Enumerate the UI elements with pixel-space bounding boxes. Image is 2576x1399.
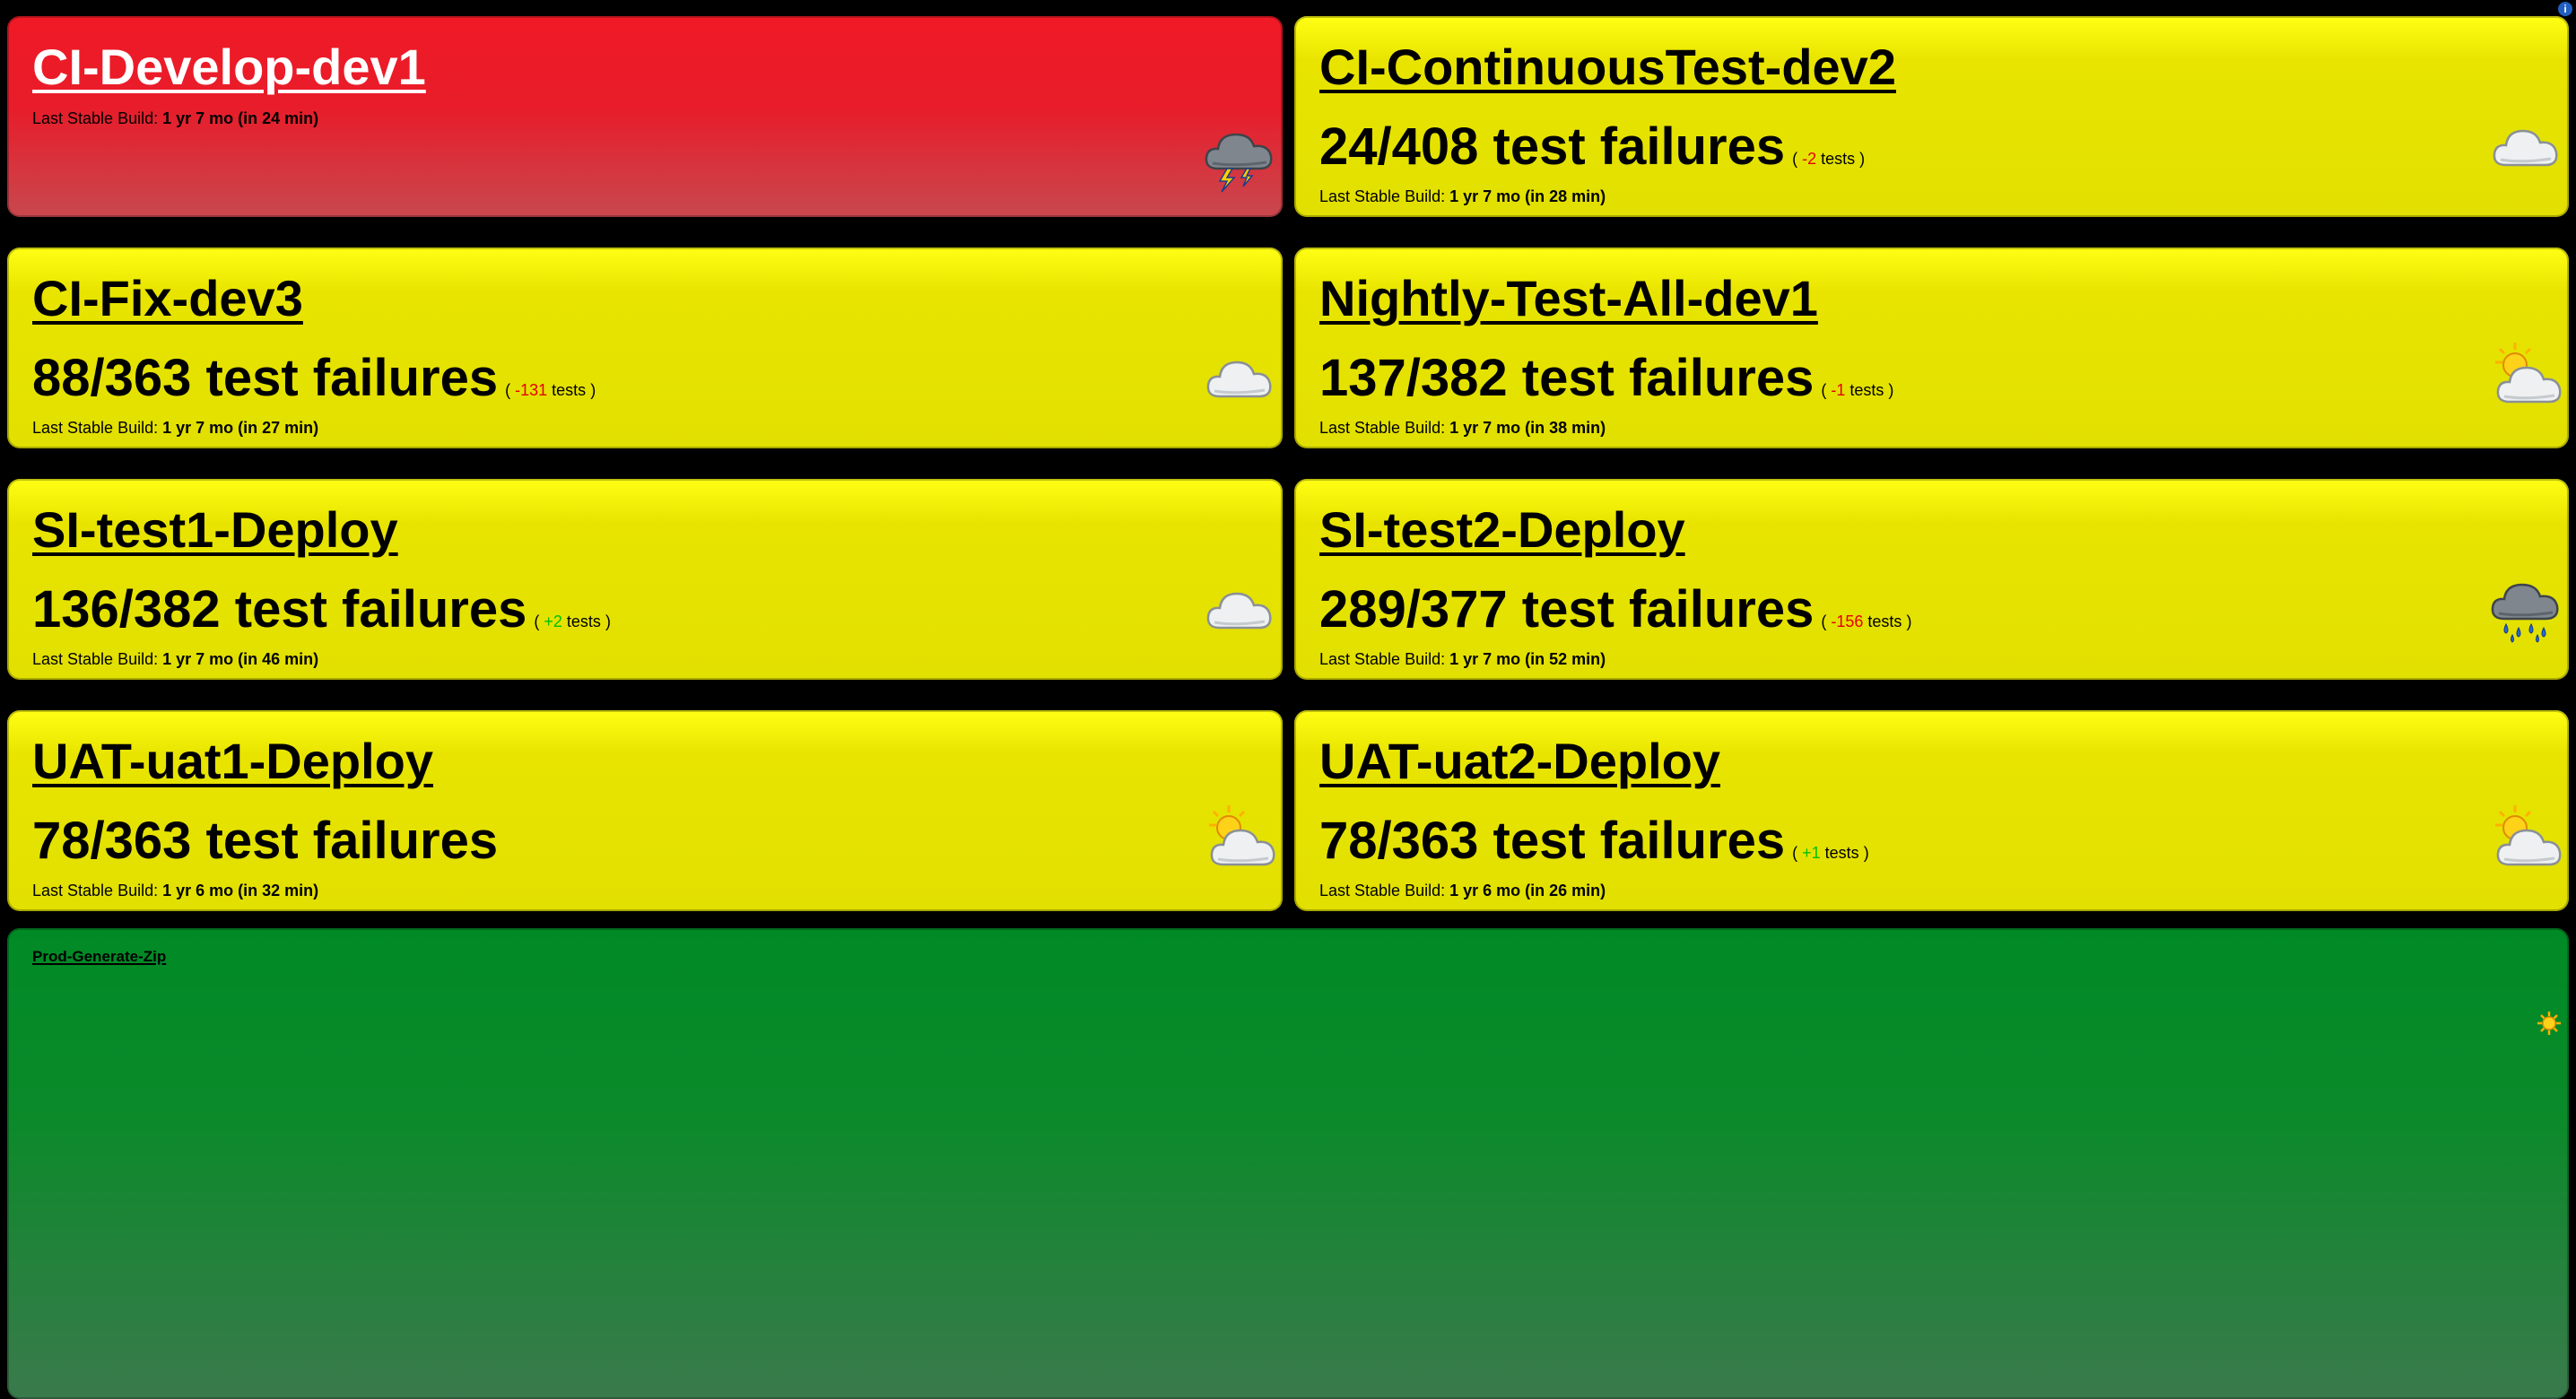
last-stable-build-label: Last Stable Build: xyxy=(32,650,159,668)
job-tile-ci-develop-dev1[interactable]: CI-Develop-dev1 Last Stable Build: 1 yr … xyxy=(7,16,1283,217)
job-tile-si-test2-deploy[interactable]: SI-test2-Deploy 289/377 test failures ( -… xyxy=(1294,479,2569,680)
last-stable-build: Last Stable Build: 1 yr 6 mo (in 26 min) xyxy=(1319,882,1606,900)
last-stable-build: Last Stable Build: 1 yr 7 mo (in 28 min) xyxy=(1319,187,1606,206)
job-tile-uat-uat1-deploy[interactable]: UAT-uat1-Deploy 78/363 test failures Las… xyxy=(7,710,1283,911)
last-stable-build-value: 1 yr 7 mo (in 46 min) xyxy=(162,650,319,668)
cloudy-icon xyxy=(1206,592,1272,630)
failure-delta: ( -131 tests ) xyxy=(505,381,596,399)
delta-value: -156 xyxy=(1831,613,1864,630)
last-stable-build-label: Last Stable Build: xyxy=(32,882,159,899)
job-name-link[interactable]: UAT-uat1-Deploy xyxy=(32,732,433,790)
last-stable-build-value: 1 yr 7 mo (in 52 min) xyxy=(1449,650,1606,668)
failure-summary: 88/363 test failures ( -131 tests ) xyxy=(32,348,596,408)
rain-icon xyxy=(2491,583,2559,643)
delta-value: +1 xyxy=(1802,844,1821,862)
sun-icon xyxy=(2537,1012,2561,1035)
last-stable-build-value: 1 yr 7 mo (in 28 min) xyxy=(1449,187,1606,205)
failure-summary: 289/377 test failures ( -156 tests ) xyxy=(1319,579,1911,639)
job-tile-ci-continuoustest-dev2[interactable]: CI-ContinuousTest-dev2 24/408 test failu… xyxy=(1294,16,2569,217)
last-stable-build-value: 1 yr 7 mo (in 38 min) xyxy=(1449,419,1606,437)
delta-value: -131 xyxy=(515,381,548,399)
failure-count: 289/377 test failures xyxy=(1319,580,1815,639)
failure-count: 137/382 test failures xyxy=(1319,349,1815,407)
last-stable-build-value: 1 yr 6 mo (in 26 min) xyxy=(1449,882,1606,899)
failure-delta: ( +1 tests ) xyxy=(1792,844,1869,862)
job-tile-ci-fix-dev3[interactable]: CI-Fix-dev3 88/363 test failures ( -131 t… xyxy=(7,248,1283,448)
cloudy-icon xyxy=(2493,129,2558,167)
info-icon[interactable]: i xyxy=(2558,2,2572,16)
partly-sunny-icon xyxy=(1209,805,1275,866)
last-stable-build-label: Last Stable Build: xyxy=(32,419,159,437)
thunderstorm-icon xyxy=(1205,133,1273,193)
failure-summary: 137/382 test failures ( -1 tests ) xyxy=(1319,348,1893,408)
job-name-link[interactable]: Nightly-Test-All-dev1 xyxy=(1319,269,1818,327)
failure-summary: 136/382 test failures ( +2 tests ) xyxy=(32,579,611,639)
job-name-link[interactable]: CI-Develop-dev1 xyxy=(32,38,426,96)
failure-count: 78/363 test failures xyxy=(32,812,499,870)
partly-sunny-icon xyxy=(2495,805,2562,866)
last-stable-build: Last Stable Build: 1 yr 7 mo (in 38 min) xyxy=(1319,419,1606,438)
failure-count: 78/363 test failures xyxy=(1319,812,1786,870)
failure-count: 24/408 test failures xyxy=(1319,117,1786,176)
job-name-link[interactable]: CI-Fix-dev3 xyxy=(32,269,303,327)
last-stable-build: Last Stable Build: 1 yr 7 mo (in 24 min) xyxy=(32,109,318,128)
delta-value: -2 xyxy=(1802,150,1817,168)
failure-delta: ( +2 tests ) xyxy=(534,613,611,630)
job-name-link[interactable]: CI-ContinuousTest-dev2 xyxy=(1319,38,1896,96)
last-stable-build-label: Last Stable Build: xyxy=(1319,882,1446,899)
job-tile-prod[interactable]: Prod-Generate-Zip xyxy=(7,928,2569,1399)
last-stable-build: Last Stable Build: 1 yr 7 mo (in 46 min) xyxy=(32,650,318,669)
failure-summary: 78/363 test failures ( +1 tests ) xyxy=(1319,811,1869,871)
last-stable-build-value: 1 yr 7 mo (in 27 min) xyxy=(162,419,319,437)
job-name-link[interactable]: SI-test1-Deploy xyxy=(32,500,398,559)
last-stable-build-value: 1 yr 6 mo (in 32 min) xyxy=(162,882,319,899)
delta-value: +2 xyxy=(544,613,562,630)
last-stable-build: Last Stable Build: 1 yr 6 mo (in 32 min) xyxy=(32,882,318,900)
last-stable-build-label: Last Stable Build: xyxy=(1319,419,1446,437)
failure-delta: ( -156 tests ) xyxy=(1821,613,1912,630)
failure-count: 88/363 test failures xyxy=(32,349,499,407)
last-stable-build-label: Last Stable Build: xyxy=(32,109,159,127)
failure-delta: ( -2 tests ) xyxy=(1792,150,1866,168)
partly-sunny-icon xyxy=(2495,343,2562,404)
failure-summary: 78/363 test failures xyxy=(32,811,498,871)
job-tile-si-test1-deploy[interactable]: SI-test1-Deploy 136/382 test failures ( +… xyxy=(7,479,1283,680)
job-tile-uat-uat2-deploy[interactable]: UAT-uat2-Deploy 78/363 test failures ( +1… xyxy=(1294,710,2569,911)
cloudy-icon xyxy=(1206,361,1272,398)
delta-value: -1 xyxy=(1831,381,1846,399)
failure-delta: ( -1 tests ) xyxy=(1821,381,1894,399)
job-name-link[interactable]: SI-test2-Deploy xyxy=(1319,500,1685,559)
failure-count: 136/382 test failures xyxy=(32,580,527,639)
last-stable-build-label: Last Stable Build: xyxy=(1319,650,1446,668)
last-stable-build-value: 1 yr 7 mo (in 24 min) xyxy=(162,109,319,127)
last-stable-build: Last Stable Build: 1 yr 7 mo (in 52 min) xyxy=(1319,650,1606,669)
last-stable-build-label: Last Stable Build: xyxy=(1319,187,1446,205)
job-tile-nightly-test-all-dev1[interactable]: Nightly-Test-All-dev1 137/382 test failu… xyxy=(1294,248,2569,448)
job-name-link[interactable]: Prod-Generate-Zip xyxy=(32,948,166,966)
job-name-link[interactable]: UAT-uat2-Deploy xyxy=(1319,732,1720,790)
last-stable-build: Last Stable Build: 1 yr 7 mo (in 27 min) xyxy=(32,419,318,438)
failure-summary: 24/408 test failures ( -2 tests ) xyxy=(1319,117,1865,177)
